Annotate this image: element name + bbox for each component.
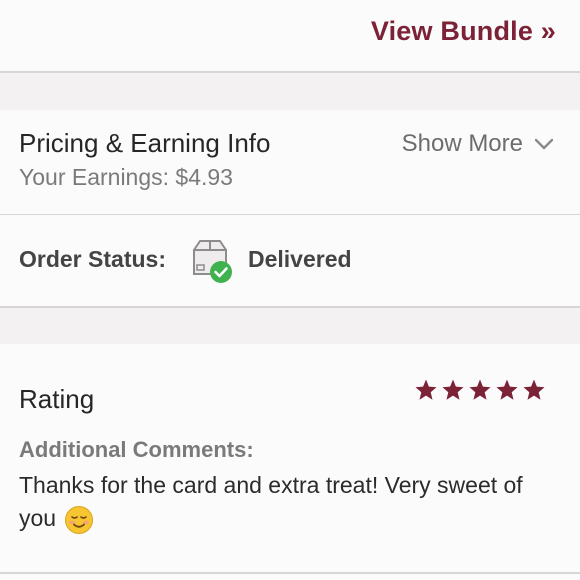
pricing-title: Pricing & Earning Info bbox=[19, 128, 271, 158]
section-gap bbox=[0, 73, 580, 110]
additional-comments-label: Additional Comments: bbox=[19, 437, 254, 462]
box-delivered-icon bbox=[193, 240, 232, 283]
order-status-value: Delivered bbox=[248, 246, 352, 272]
show-more-toggle[interactable]: Show More bbox=[402, 130, 555, 158]
section-gap bbox=[0, 308, 580, 344]
divider bbox=[0, 572, 580, 574]
rating-title: Rating bbox=[19, 384, 95, 414]
chevron-down-icon bbox=[534, 138, 554, 150]
view-bundle-link[interactable]: View Bundle » bbox=[371, 16, 556, 47]
smiling-face-icon bbox=[65, 505, 94, 534]
order-status-label: Order Status: bbox=[19, 246, 166, 272]
show-more-label: Show More bbox=[401, 130, 523, 157]
comment-body: Thanks for the card and extra treat! Ver… bbox=[19, 472, 523, 531]
star-icon bbox=[442, 379, 464, 400]
bundle-row: View Bundle » bbox=[0, 0, 580, 71]
comment-text: Thanks for the card and extra treat! Ver… bbox=[19, 469, 559, 535]
rating-section: Rating Additional Comments: Thanks for t… bbox=[0, 344, 580, 574]
star-icon bbox=[496, 379, 518, 400]
pricing-section[interactable]: Pricing & Earning Info Your Earnings: $4… bbox=[0, 110, 580, 214]
order-details-screen: View Bundle » Pricing & Earning Info You… bbox=[0, 0, 580, 580]
star-icon bbox=[523, 379, 545, 400]
star-icon bbox=[415, 379, 437, 400]
order-status-section: Order Status: Delivered bbox=[0, 215, 580, 306]
star-icon bbox=[469, 379, 491, 400]
star-rating bbox=[414, 378, 546, 402]
earnings-value: Your Earnings: $4.93 bbox=[19, 164, 233, 190]
